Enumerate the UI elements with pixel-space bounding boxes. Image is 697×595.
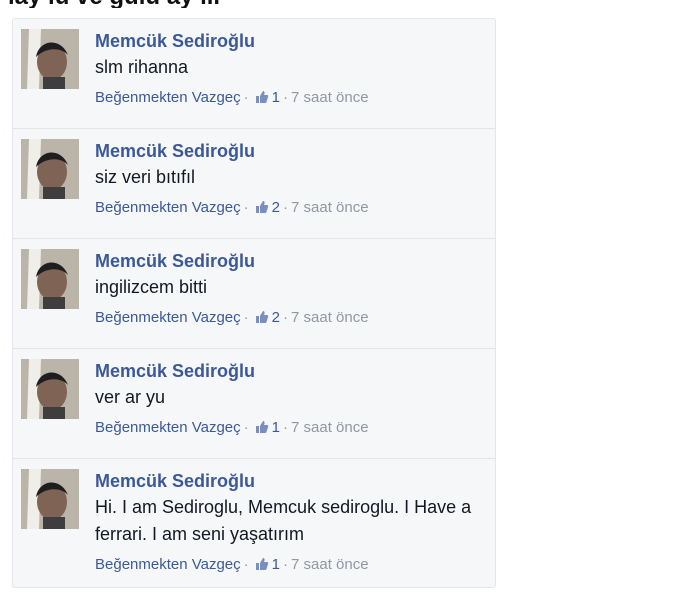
comment-text: slm rihanna bbox=[95, 57, 189, 77]
comment-list: Memcük Sediroğlu slm rihanna Beğenmekten… bbox=[12, 18, 496, 588]
like-count: 2 bbox=[271, 309, 280, 326]
like-count: 1 bbox=[271, 419, 280, 436]
comment-author-link[interactable]: Memcük Sediroğlu bbox=[95, 359, 485, 383]
comment-item: Memcük Sediroğlu ver ar yu Beğenmekten V… bbox=[13, 349, 495, 459]
comment-author-link[interactable]: Memcük Sediroğlu bbox=[95, 249, 485, 273]
comment-item: Memcük Sediroğlu slm rihanna Beğenmekten… bbox=[13, 19, 495, 129]
avatar[interactable] bbox=[21, 359, 79, 419]
unlike-button[interactable]: Beğenmekten Vazgeç bbox=[95, 309, 241, 326]
clipped-heading-text: lay lu ve gulu ay iil bbox=[8, 0, 648, 8]
avatar[interactable] bbox=[21, 139, 79, 199]
avatar[interactable] bbox=[21, 469, 79, 529]
like-count: 1 bbox=[271, 89, 280, 106]
comment-time: 7 saat önce bbox=[291, 199, 369, 216]
comment-item: Memcük Sediroğlu ingilizcem bitti Beğenm… bbox=[13, 239, 495, 349]
comment-time: 7 saat önce bbox=[291, 556, 369, 573]
thumbs-up-icon[interactable] bbox=[255, 200, 269, 214]
unlike-button[interactable]: Beğenmekten Vazgeç bbox=[95, 89, 241, 106]
avatar[interactable] bbox=[21, 249, 79, 309]
thumbs-up-icon[interactable] bbox=[255, 557, 269, 571]
comment-meta: Beğenmekten Vazgeç · 1 · 7 saat önce bbox=[95, 89, 369, 106]
unlike-button[interactable]: Beğenmekten Vazgeç bbox=[95, 199, 241, 216]
comment-meta: Beğenmekten Vazgeç · 2 · 7 saat önce bbox=[95, 199, 369, 216]
comment-author-link[interactable]: Memcük Sediroğlu bbox=[95, 29, 485, 53]
comment-author-link[interactable]: Memcük Sediroğlu bbox=[95, 469, 485, 493]
comment-author-link[interactable]: Memcük Sediroğlu bbox=[95, 139, 485, 163]
avatar[interactable] bbox=[21, 29, 79, 89]
thumbs-up-icon[interactable] bbox=[255, 90, 269, 104]
unlike-button[interactable]: Beğenmekten Vazgeç bbox=[95, 419, 241, 436]
comment-time: 7 saat önce bbox=[291, 89, 369, 106]
comment-time: 7 saat önce bbox=[291, 419, 369, 436]
comment-meta: Beğenmekten Vazgeç · 2 · 7 saat önce bbox=[95, 309, 369, 326]
thumbs-up-icon[interactable] bbox=[255, 310, 269, 324]
comment-item: Memcük Sediroğlu siz veri bıtıfıl Beğenm… bbox=[13, 129, 495, 239]
comment-text: Hi. I am Sediroglu, Memcuk sediroglu. I … bbox=[95, 497, 472, 544]
comment-item: Memcük Sediroğlu Hi. I am Sediroglu, Mem… bbox=[13, 459, 495, 585]
unlike-button[interactable]: Beğenmekten Vazgeç bbox=[95, 556, 241, 573]
thumbs-up-icon[interactable] bbox=[255, 420, 269, 434]
comment-time: 7 saat önce bbox=[291, 309, 369, 326]
comment-text: siz veri bıtıfıl bbox=[95, 167, 196, 187]
like-count: 1 bbox=[271, 556, 280, 573]
comment-text: ver ar yu bbox=[95, 387, 166, 407]
comment-text: ingilizcem bitti bbox=[95, 277, 208, 297]
comment-meta: Beğenmekten Vazgeç · 1 · 7 saat önce bbox=[95, 419, 369, 436]
comment-meta: Beğenmekten Vazgeç · 1 · 7 saat önce bbox=[95, 556, 369, 573]
like-count: 2 bbox=[271, 199, 280, 216]
